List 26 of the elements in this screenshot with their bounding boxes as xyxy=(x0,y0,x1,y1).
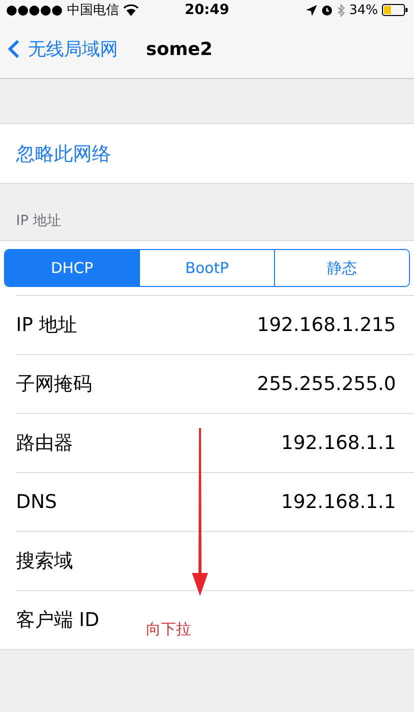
back-chevron-icon xyxy=(8,39,20,59)
segment-tab[interactable]: 静态 xyxy=(274,250,409,286)
nav-title: some2 xyxy=(146,38,213,60)
row-value: 255.255.255.0 xyxy=(256,373,396,395)
battery-text: 34% xyxy=(349,2,378,18)
back-button[interactable]: 无线局域网 xyxy=(8,37,118,61)
row-label: DNS xyxy=(16,491,57,513)
battery-icon xyxy=(382,4,408,16)
row-label: 子网掩码 xyxy=(16,372,92,397)
row-label: 搜索域 xyxy=(16,549,73,574)
carrier-text: ●●●●● 中国电信 xyxy=(6,2,119,19)
segment-tab[interactable]: DHCP xyxy=(5,250,139,286)
bluetooth-icon xyxy=(337,4,346,16)
section-header: IP 地址 xyxy=(16,212,62,230)
alarm-icon xyxy=(321,4,334,16)
location-icon xyxy=(306,4,318,16)
wifi-icon xyxy=(122,4,139,16)
row-label: 路由器 xyxy=(16,431,73,456)
row-value: 192.168.1.215 xyxy=(256,314,396,336)
row-value: 192.168.1.1 xyxy=(281,432,396,454)
row-label: IP 地址 xyxy=(16,313,78,338)
forget-network-link[interactable]: 忽略此网络 xyxy=(16,140,111,166)
annotation-text: 向下拉 xyxy=(146,620,191,639)
row-value: 192.168.1.1 xyxy=(281,491,396,513)
time-text: 20:49 xyxy=(184,2,230,18)
row-label: 客户端 ID xyxy=(16,608,100,633)
